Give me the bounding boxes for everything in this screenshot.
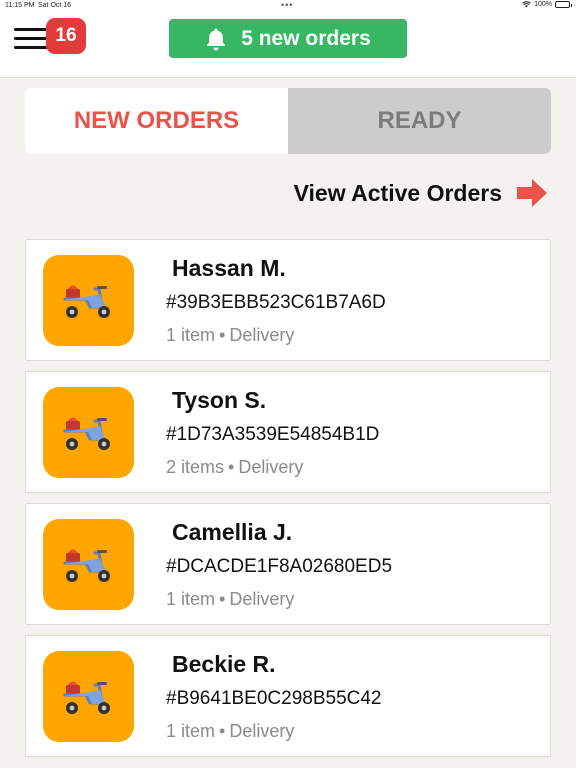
scooter-icon [63,285,110,318]
status-time: 11:15 PM [5,2,35,9]
item-count: 1 item [166,325,216,345]
delivery-icon-tile [43,255,134,346]
order-card[interactable]: Camellia J. #DCACDE1F8A02680ED5 1 item • D… [25,503,551,625]
scooter-icon [63,549,110,582]
order-type: Delivery [229,589,295,609]
order-id: #DCACDE1F8A02680ED5 [166,556,393,577]
delivery-icon-tile [43,519,134,610]
order-card[interactable]: Beckie R. #B9641BE0C298B55C42 1 item • Del… [25,635,551,757]
order-type: Delivery [229,325,295,345]
scooter-icon [63,417,110,450]
item-count: 1 item [166,589,216,609]
top-bar: 16 5 new orders [0,12,576,78]
battery-icon [555,1,572,8]
customer-name: Hassan M. [172,255,286,281]
new-orders-label: 5 new orders [241,26,371,50]
status-bar: 11:15 PM Sat Oct 16 ••• 100% [0,0,576,12]
tab-new-orders[interactable]: NEW ORDERS [25,88,288,154]
order-tabs: NEW ORDERS READY [25,88,551,154]
customer-name: Camellia J. [172,519,293,545]
order-meta: 1 item • Delivery [166,721,295,741]
status-date: Sat Oct 16 [38,2,72,9]
menu-button[interactable] [14,28,50,56]
order-type: Delivery [229,721,295,741]
item-count: 2 items [166,457,225,477]
arrow-right-icon [517,179,547,207]
delivery-icon-tile [43,387,134,478]
order-id: #39B3EBB523C61B7A6D [166,292,386,313]
order-card[interactable]: Hassan M. #39B3EBB523C61B7A6D 1 item • Del… [25,239,551,361]
order-id: #1D73A3539E54854B1D [166,424,380,445]
scooter-icon [63,681,110,714]
item-count: 1 item [166,721,216,741]
customer-name: Tyson S. [172,387,267,413]
customer-name: Beckie R. [172,651,276,677]
bell-icon [207,27,226,50]
new-orders-button[interactable]: 5 new orders [169,19,407,58]
delivery-icon-tile [43,651,134,742]
hamburger-icon [14,28,48,31]
order-list: Hassan M. #39B3EBB523C61B7A6D 1 item • Del… [25,239,551,767]
view-active-orders-label: View Active Orders [293,179,502,206]
tab-ready[interactable]: READY [288,88,551,154]
notification-badge: 16 [46,18,86,54]
view-active-orders-link[interactable]: View Active Orders [294,178,548,208]
order-meta: 1 item • Delivery [166,325,295,345]
order-card[interactable]: Tyson S. #1D73A3539E54854B1D 2 items • Del… [25,371,551,493]
battery-percent: 100% [534,1,552,8]
order-id: #B9641BE0C298B55C42 [166,688,382,709]
order-meta: 2 items • Delivery [166,457,304,477]
wifi-icon [522,1,531,8]
order-type: Delivery [238,457,304,477]
status-indicators: 100% [522,1,572,8]
order-meta: 1 item • Delivery [166,589,295,609]
multitasking-dots-icon[interactable]: ••• [281,0,293,10]
